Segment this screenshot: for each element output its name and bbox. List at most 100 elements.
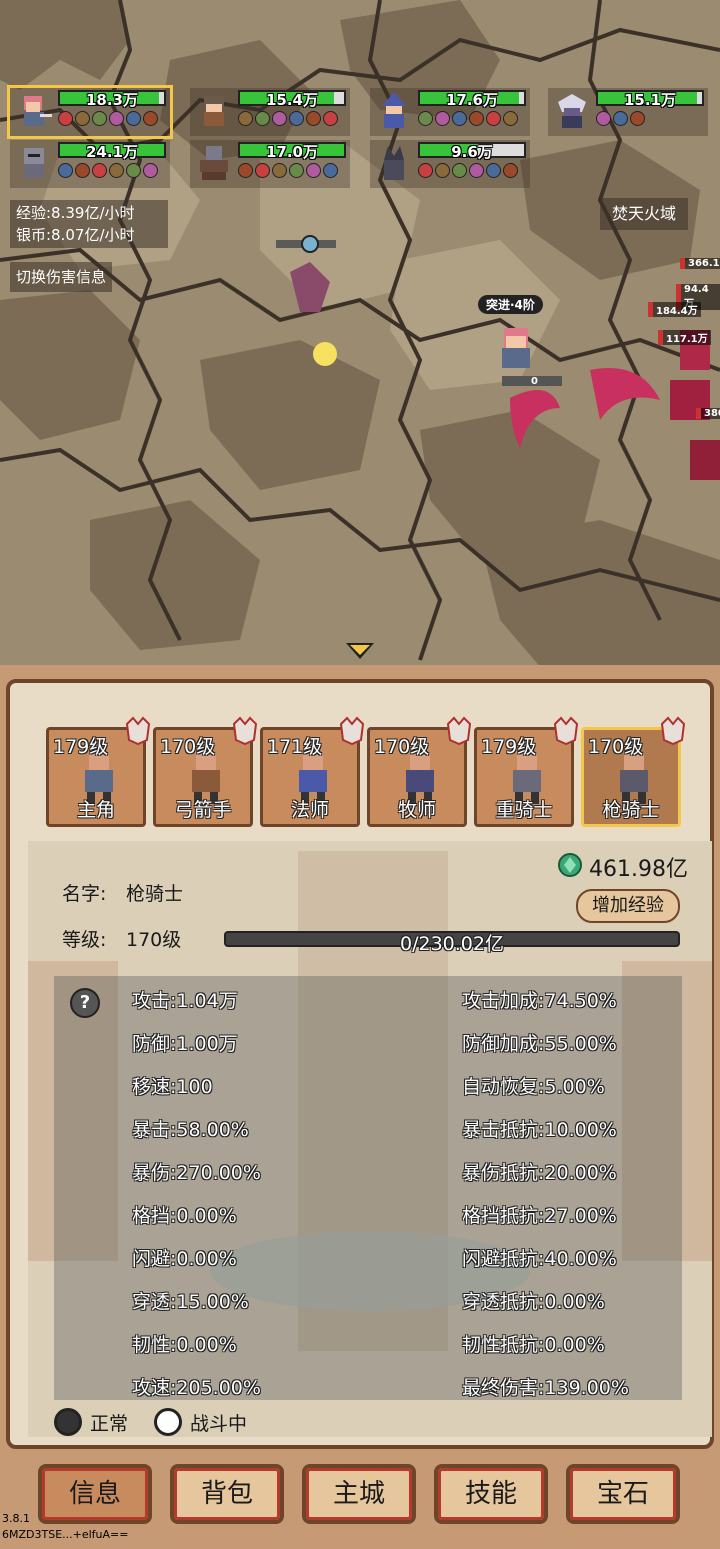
- fighting-status-label: 战斗中: [190, 1413, 248, 1435]
- normal-status-label: 正常: [90, 1413, 129, 1435]
- character-level: 170级: [160, 736, 216, 758]
- skill-icon: [92, 163, 107, 178]
- hp-bar: 17.6万: [418, 90, 526, 109]
- skill-icon: [306, 163, 321, 178]
- skill-icon: [486, 111, 501, 126]
- character-tab-1[interactable]: 179级主角: [46, 716, 151, 827]
- character-level: 179级: [481, 736, 537, 758]
- hero-portrait: [552, 92, 592, 132]
- hp-bar: 24.1万: [58, 142, 166, 161]
- nav-button-1[interactable]: 信息: [38, 1464, 152, 1524]
- stat-left-1: 攻击:1.04万: [132, 990, 238, 1012]
- character-level: 170级: [374, 736, 430, 758]
- stat-left-6: 格挡:0.00%: [132, 1205, 237, 1227]
- skill-icon: [143, 163, 158, 178]
- skill-icons: [238, 111, 338, 126]
- stat-right-3: 自动恢复:5.00%: [462, 1076, 605, 1098]
- damage-number: 117.1万: [658, 330, 711, 345]
- normal-status-dot: [54, 1408, 82, 1436]
- stat-left-3: 移速:100: [132, 1076, 213, 1098]
- skill-icon: [58, 111, 73, 126]
- nav-button-5[interactable]: 宝石: [566, 1464, 680, 1524]
- character-name: 法师: [290, 799, 329, 821]
- stat-right-5: 暴伤抵抗:20.00%: [462, 1162, 617, 1184]
- hp-bar: 9.6万: [418, 142, 526, 161]
- skill-icon: [435, 111, 450, 126]
- character-name: 牧师: [397, 799, 436, 821]
- party-member-4[interactable]: 15.1万: [548, 88, 708, 136]
- character-tab-3[interactable]: 171级 法师: [260, 716, 365, 827]
- skill-icon: [92, 111, 107, 126]
- nav-button-3[interactable]: 主城: [302, 1464, 416, 1524]
- hp-value: 17.0万: [265, 143, 318, 161]
- stats-panel[interactable]: ? 攻击:1.04万 防御:1.00万 移速:100 暴击:58.00% 暴伤:270.…: [54, 976, 682, 1400]
- skill-icon: [75, 163, 90, 178]
- bottom-panel: 179级 主角 170级 弓箭手 171级 法师 170级 牧师 179级 重骑士 170级 枪骑士 …: [0, 643, 720, 1549]
- hp-bar: 15.4万: [238, 90, 346, 109]
- character-name: 主角: [76, 799, 115, 821]
- hp-value: 15.1万: [623, 91, 676, 109]
- stat-right-8: 穿透抵抗:0.00%: [462, 1291, 605, 1313]
- character-level: 170级: [588, 736, 644, 758]
- level-value: 170级: [126, 929, 182, 951]
- mask-icon: [339, 716, 365, 746]
- party-member-3[interactable]: 17.6万: [370, 88, 530, 136]
- party-member-2[interactable]: 15.4万: [190, 88, 350, 136]
- skill-icon: [75, 111, 90, 126]
- skill-icon: [418, 111, 433, 126]
- skill-icon: [289, 111, 304, 126]
- skill-icon: [238, 163, 253, 178]
- damage-number: 380: [696, 408, 720, 419]
- damage-number: 0: [531, 376, 538, 387]
- skill-icon: [126, 163, 141, 178]
- exp-text: 0/230.02亿: [400, 933, 504, 955]
- gem-amount: 461.98亿: [589, 857, 688, 882]
- version-number: 3.8.1: [2, 1512, 30, 1525]
- stat-left-4: 暴击:58.00%: [132, 1119, 249, 1141]
- hp-value: 9.6万: [451, 143, 493, 161]
- hp-value: 15.4万: [265, 91, 318, 109]
- panel-frame: 179级 主角 170级 弓箭手 171级 法师 170级 牧师 179级 重骑士 170级 枪骑士 …: [6, 679, 714, 1449]
- skill-icon: [58, 163, 73, 178]
- skill-icon: [418, 163, 433, 178]
- nav-button-4[interactable]: 技能: [434, 1464, 548, 1524]
- hero-portrait: [374, 92, 414, 132]
- stat-left-5: 暴伤:270.00%: [132, 1162, 261, 1184]
- mask-icon: [232, 716, 258, 746]
- character-info-area: 461.98亿 名字: 枪骑士 增加经验 等级: 170级 0/230.02亿 …: [28, 841, 712, 1437]
- character-name: 弓箭手: [174, 799, 232, 821]
- skill-icon: [323, 111, 338, 126]
- skill-icon: [323, 163, 338, 178]
- party-member-6[interactable]: 17.0万: [190, 140, 350, 188]
- skill-icons: [418, 163, 518, 178]
- party-member-5[interactable]: 24.1万: [10, 140, 170, 188]
- skill-icon: [126, 111, 141, 126]
- skill-icon: [452, 163, 467, 178]
- party-member-1[interactable]: 18.3万: [7, 85, 173, 139]
- toggle-damage-button[interactable]: 切换伤害信息: [10, 262, 113, 292]
- exp-bar: 0/230.02亿: [224, 931, 680, 955]
- character-tab-4[interactable]: 170级牧师: [367, 716, 472, 827]
- skill-icon: [469, 163, 484, 178]
- party-member-7[interactable]: 9.6万: [370, 140, 530, 188]
- silver-rate: 银币:8.07亿/小时: [16, 226, 135, 244]
- add-exp-button[interactable]: 增加经验: [576, 889, 680, 923]
- name-label: 名字:: [62, 883, 107, 905]
- skill-icon: [503, 163, 518, 178]
- nav-button-2[interactable]: 背包: [170, 1464, 284, 1524]
- character-tab-5[interactable]: 179级 重骑士: [474, 716, 579, 827]
- skill-icons: [58, 163, 158, 178]
- character-tab-6[interactable]: 170级枪骑士: [581, 716, 686, 827]
- skill-icon: [272, 111, 287, 126]
- character-name: 枪骑士: [602, 799, 660, 821]
- help-icon[interactable]: ?: [70, 988, 100, 1018]
- character-level: 179级: [53, 736, 109, 758]
- battlefield: 18.3万 15.4万 17.6万 15.1万 24.1万 17.0万 9.6万…: [0, 0, 720, 690]
- character-tab-2[interactable]: 170级弓箭手: [153, 716, 258, 827]
- collapse-arrow-icon[interactable]: [330, 635, 390, 675]
- stat-left-2: 防御:1.00万: [132, 1033, 238, 1055]
- rush-skill-label: 突进·4阶: [478, 295, 543, 314]
- skill-icons: [238, 163, 338, 178]
- skill-icon: [435, 163, 450, 178]
- character-tabs: 179级 主角 170级 弓箭手 171级 法师 170级 牧师 179级 重骑士 170级 枪骑士: [46, 716, 686, 827]
